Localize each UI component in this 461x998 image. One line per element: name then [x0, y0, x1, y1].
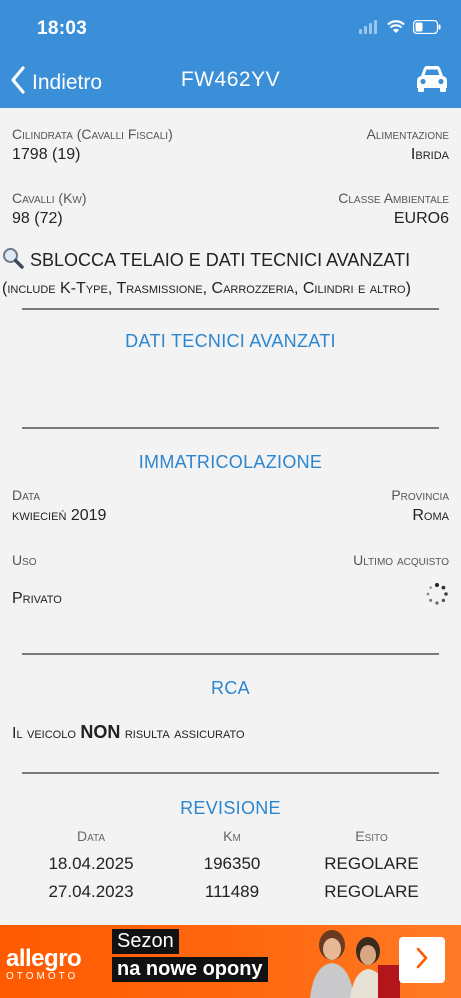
column-header: Esito: [355, 828, 388, 844]
provincia-value: Roma: [412, 507, 449, 524]
chevron-right-icon: [415, 947, 429, 974]
data-value: kwiecień 2019: [12, 507, 107, 524]
alimentazione-label: Alimentazione: [366, 126, 450, 142]
specs-row-2: Cavalli (Kw) 98 (72) Classe Ambientale E…: [12, 190, 449, 228]
ultimo-acquisto-label: Ultimo acquisto: [353, 552, 449, 568]
car-icon: [415, 66, 449, 98]
ad-line2: na nowe opony: [112, 957, 268, 982]
cavalli-label: Cavalli (Kw): [12, 190, 87, 206]
status-bar: 18:03: [0, 0, 461, 56]
ad-logo: allegro OTOMOTO: [6, 945, 82, 982]
battery-icon: [412, 19, 441, 39]
ad-illustration: [290, 925, 400, 998]
section-title-revisione: REVISIONE: [180, 798, 281, 818]
divider: [22, 308, 439, 310]
unlock-advanced-link[interactable]: SBLOCCA TELAIO E DATI TECNICI AVANZATI (…: [2, 247, 459, 298]
back-label: Indietro: [32, 70, 103, 94]
rca-status: Il veicolo NON risulta assicurato: [12, 722, 245, 743]
nav-bar: FW462YV Indietro: [0, 56, 461, 108]
divider: [22, 427, 439, 429]
ad-headline: Sezon na nowe opony: [112, 929, 268, 985]
immatricolazione-row-1: Data kwiecień 2019 Provincia Roma: [12, 487, 449, 525]
ad-logo-subtext: OTOMOTO: [6, 971, 79, 982]
cavalli-group: Cavalli (Kw) 98 (72): [12, 190, 87, 228]
table-cell: 196350: [203, 854, 261, 873]
spinner-icon: [353, 582, 449, 606]
uso-label: Uso: [12, 552, 37, 568]
table-cell: REGOLARE: [324, 882, 419, 901]
ad-logo-text: allegro: [6, 945, 82, 972]
column-header: Km: [223, 828, 241, 844]
unlock-title: SBLOCCA TELAIO E DATI TECNICI AVANZATI: [30, 250, 411, 270]
section-title-immatricolazione: IMMATRICOLAZIONE: [138, 452, 323, 472]
chevron-left-icon: [10, 66, 26, 99]
ultimo-acquisto-group: Ultimo acquisto: [353, 552, 449, 608]
unlock-subtitle: (include K-Type, Trasmissione, Carrozzer…: [2, 280, 411, 297]
status-icons: [359, 19, 441, 39]
unlock-line1: SBLOCCA TELAIO E DATI TECNICI AVANZATI: [2, 247, 459, 274]
divider: [22, 653, 439, 655]
signal-icon: [359, 20, 379, 39]
ad-banner[interactable]: allegro OTOMOTO Sezon na nowe opony: [0, 925, 461, 998]
wifi-icon: [387, 20, 405, 39]
classe-value: EURO6: [393, 210, 449, 227]
table-cell: 18.04.2025: [48, 854, 134, 873]
rca-text-bold: NON: [80, 722, 121, 742]
table-cell: 27.04.2023: [48, 882, 134, 901]
section-title-dati-tecnici[interactable]: DATI TECNICI AVANZATI: [0, 331, 461, 352]
divider: [22, 772, 439, 774]
magnifier-icon: [2, 247, 24, 274]
table-cell: REGOLARE: [324, 854, 419, 873]
classe-group: Classe Ambientale EURO6: [338, 190, 449, 228]
data-group: Data kwiecień 2019: [12, 487, 106, 525]
back-button[interactable]: Indietro: [10, 66, 102, 99]
ad-line1: Sezon: [112, 929, 179, 954]
table-row: 27.04.2023 111489 REGOLARE: [0, 882, 461, 910]
alimentazione-group: Alimentazione Ibrida: [367, 126, 450, 164]
cilindrata-group: Cilindrata (Cavalli Fiscali) 1798 (19): [12, 126, 173, 164]
rca-text-before: Il veicolo: [12, 725, 76, 742]
table-cell: 111489: [204, 882, 260, 901]
column-header: Data: [76, 828, 106, 844]
rca-text-after: risulta assicurato: [124, 725, 245, 742]
specs-row-1: Cilindrata (Cavalli Fiscali) 1798 (19) A…: [12, 126, 449, 164]
uso-value: Privato: [12, 590, 62, 607]
table-header: Data Km Esito: [0, 828, 461, 854]
uso-group: Uso Privato: [12, 552, 62, 608]
immatricolazione-row-2: Uso Privato Ultimo acquisto: [12, 552, 449, 608]
app-header: 18:03 FW462YV Indietro: [0, 0, 461, 108]
table-row: 18.04.2025 196350 REGOLARE: [0, 854, 461, 882]
ad-next-button[interactable]: [399, 937, 445, 983]
alimentazione-value: Ibrida: [410, 146, 449, 163]
data-label: Data: [12, 487, 41, 503]
section-title-rca: RCA: [211, 678, 250, 698]
provincia-label: Provincia: [391, 487, 449, 503]
provincia-group: Provincia Roma: [391, 487, 449, 525]
status-time: 18:03: [37, 18, 88, 39]
cilindrata-value: 1798 (19): [12, 146, 81, 163]
cilindrata-label: Cilindrata (Cavalli Fiscali): [12, 126, 173, 142]
cavalli-value: 98 (72): [12, 210, 63, 227]
classe-label: Classe Ambientale: [338, 190, 449, 206]
revisione-table: Data Km Esito 18.04.2025 196350 REGOLARE…: [0, 828, 461, 910]
car-button[interactable]: [415, 64, 449, 99]
